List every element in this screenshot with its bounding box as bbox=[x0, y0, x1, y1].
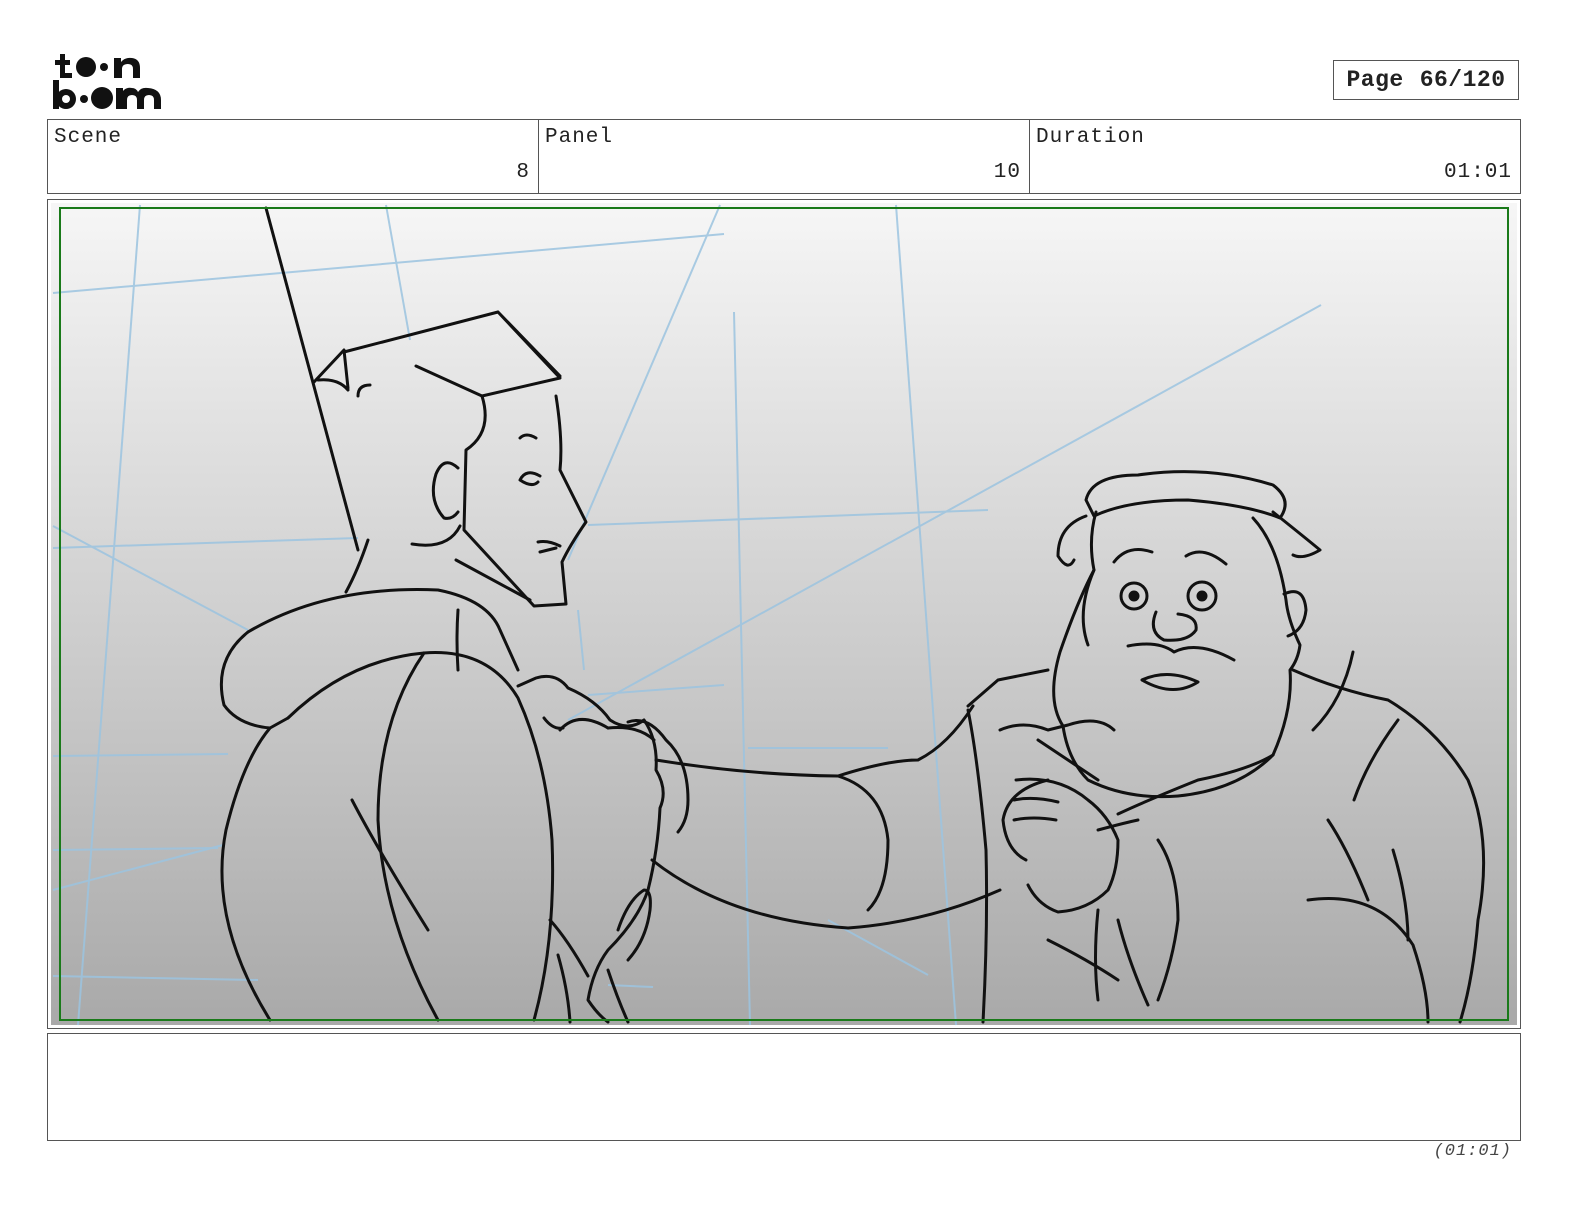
page-label: Page bbox=[1346, 67, 1404, 93]
panel-info-row: Scene 8 Panel 10 Duration 01:01 bbox=[47, 119, 1521, 194]
toonboom-logo-icon bbox=[53, 54, 161, 109]
footer-duration: (01:01) bbox=[1433, 1142, 1512, 1161]
scene-cell: Scene 8 bbox=[48, 120, 539, 193]
panel-value: 10 bbox=[993, 161, 1021, 184]
panel-label: Panel bbox=[545, 126, 614, 149]
toonboom-logo bbox=[52, 50, 164, 112]
duration-cell: Duration 01:01 bbox=[1030, 120, 1520, 193]
storyboard-frame bbox=[47, 199, 1521, 1029]
panel-cell: Panel 10 bbox=[539, 120, 1030, 193]
page-indicator: Page 66/120 bbox=[1333, 60, 1519, 100]
duration-label: Duration bbox=[1036, 126, 1145, 149]
storyboard-sketch-icon bbox=[51, 203, 1517, 1026]
scene-value: 8 bbox=[516, 161, 530, 184]
scene-label: Scene bbox=[54, 126, 123, 149]
duration-value: 01:01 bbox=[1443, 161, 1512, 184]
notes-area bbox=[47, 1033, 1521, 1141]
page-number: 66/120 bbox=[1419, 67, 1506, 93]
